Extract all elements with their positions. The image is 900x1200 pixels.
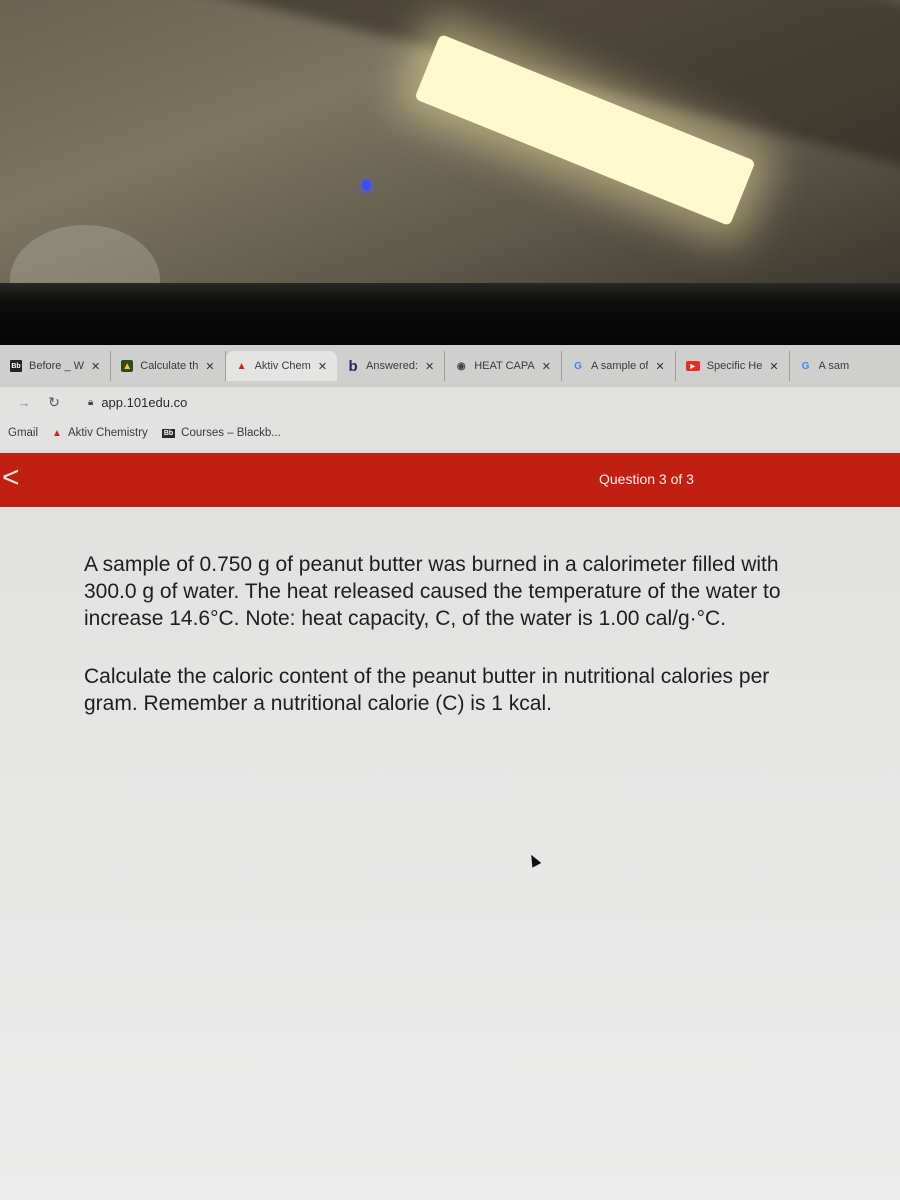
back-chevron-icon[interactable]: < <box>2 463 20 493</box>
question-header: < Question 3 of 3 <box>0 453 900 507</box>
tab-title: Specific He <box>706 360 763 372</box>
close-icon[interactable]: ✕ <box>655 360 664 373</box>
tab-youtube-specific-heat[interactable]: ▶ Specific He ✕ <box>676 351 790 381</box>
blue-led-reflection <box>362 180 371 191</box>
question-paragraph-2: Calculate the caloric content of the pea… <box>84 665 770 715</box>
tab-google-sample-2[interactable]: G A sam <box>790 351 860 381</box>
blackboard-icon: Bb <box>10 360 22 372</box>
question-counter: Question 3 of 3 <box>599 471 694 487</box>
tab-calculate[interactable]: ▲ Calculate th ✕ <box>111 351 226 381</box>
close-icon[interactable]: ✕ <box>318 360 327 373</box>
close-icon[interactable]: ✕ <box>425 360 434 373</box>
tab-title: A sample of <box>590 360 649 372</box>
reflection-disc <box>10 225 160 285</box>
monitor-bezel <box>0 283 900 345</box>
tab-aktiv-chemistry[interactable]: ▲ Aktiv Chem ✕ <box>225 351 338 381</box>
tab-title: Before _ W <box>29 360 85 372</box>
photo-background <box>0 0 900 285</box>
tab-title: Aktiv Chem <box>254 360 311 372</box>
blackboard-icon: Bb <box>161 428 176 438</box>
browser-toolbar: → ↻ 🔒︎ app.101edu.co <box>0 387 900 417</box>
calculate-site-icon: ▲ <box>121 360 134 372</box>
youtube-icon: ▶ <box>685 361 700 371</box>
question-paragraph-1: A sample of 0.750 g of peanut butter was… <box>84 553 781 630</box>
close-icon[interactable]: ✕ <box>205 360 214 373</box>
bookmark-courses-blackboard[interactable]: Bb Courses – Blackb... <box>161 427 281 439</box>
bookmark-label: Gmail <box>8 427 39 439</box>
bookmark-label: Courses – Blackb... <box>181 427 281 439</box>
bookmark-gmail[interactable]: Gmail <box>8 427 38 439</box>
reload-icon[interactable]: ↻ <box>44 394 64 411</box>
lock-icon: 🔒︎ <box>88 396 94 408</box>
tab-title: Answered: <box>366 360 419 372</box>
tab-title: A sam <box>818 360 850 372</box>
tab-before[interactable]: Bb Before _ W ✕ <box>0 351 112 381</box>
google-icon: G <box>801 360 810 372</box>
aktiv-icon: ▲ <box>52 427 62 439</box>
address-bar[interactable]: app.101edu.co <box>101 395 187 410</box>
close-icon[interactable]: ✕ <box>769 360 778 373</box>
close-icon[interactable]: ✕ <box>91 360 100 373</box>
page-content: < Question 3 of 3 A sample of 0.750 g of… <box>0 449 900 1200</box>
tab-title: HEAT CAPA <box>474 360 535 372</box>
bartleby-icon: b <box>348 357 358 375</box>
bookmark-aktiv-chemistry[interactable]: ▲ Aktiv Chemistry <box>52 427 148 439</box>
bookmarks-bar: Gmail ▲ Aktiv Chemistry Bb Courses – Bla… <box>0 417 900 449</box>
bookmark-label: Aktiv Chemistry <box>67 427 148 439</box>
aktiv-icon: ▲ <box>236 360 247 372</box>
close-icon[interactable]: ✕ <box>542 360 551 373</box>
tab-google-sample[interactable]: G A sample of ✕ <box>562 351 676 381</box>
globe-icon: ◉ <box>456 360 466 372</box>
forward-arrow-icon[interactable]: → <box>14 395 34 410</box>
tab-strip: Bb Before _ W ✕ ▲ Calculate th ✕ ▲ Aktiv… <box>0 345 900 387</box>
tab-heat-capacity[interactable]: ◉ HEAT CAPA ✕ <box>445 351 562 381</box>
tab-answered[interactable]: b Answered: ✕ <box>337 351 446 381</box>
google-icon: G <box>574 360 582 372</box>
tab-title: Calculate th <box>140 360 199 372</box>
question-body: A sample of 0.750 g of peanut butter was… <box>84 551 824 717</box>
